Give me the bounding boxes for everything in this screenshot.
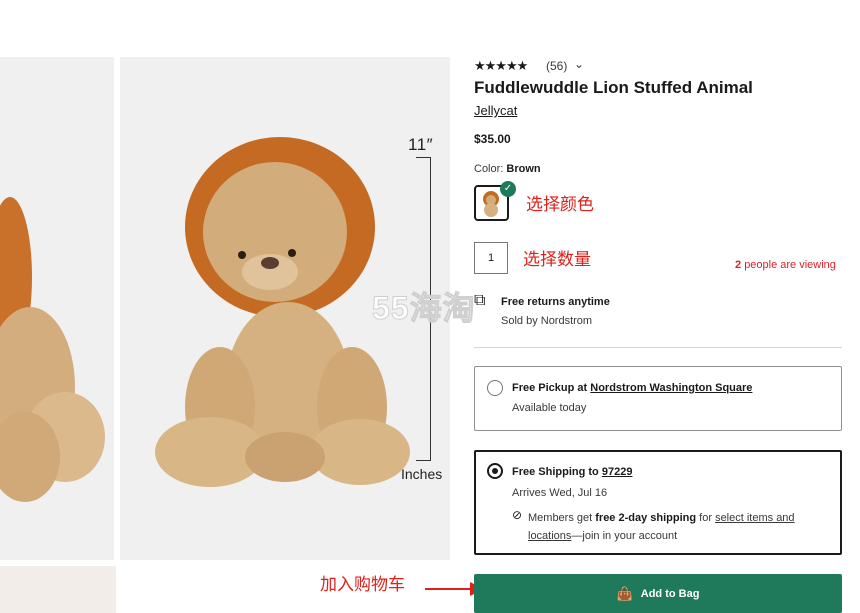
quantity-select[interactable]: 1	[474, 242, 508, 274]
annotation-select-color: 选择颜色	[526, 195, 594, 214]
divider	[474, 347, 842, 348]
store-link[interactable]: Nordstrom Washington Square	[590, 382, 752, 394]
product-image-side[interactable]	[0, 57, 114, 560]
brand-link[interactable]: Jellycat	[474, 103, 517, 118]
add-to-bag-button[interactable]: 👜 Add to Bag	[474, 574, 842, 613]
dimension-unit-label: Inches	[401, 466, 443, 482]
color-label: Color: Brown	[474, 163, 541, 175]
shipping-arrival: Arrives Wed, Jul 16	[512, 487, 608, 499]
chevron-down-icon[interactable]: ⌄	[574, 57, 584, 71]
shopping-bag-icon: 👜	[616, 585, 633, 601]
sold-by-label: Sold by Nordstrom	[501, 315, 593, 327]
free-returns-label: Free returns anytime	[501, 296, 610, 308]
members-note: Members get free 2-day shipping for sele…	[528, 509, 828, 545]
rating-stars-icon[interactable]: ★★★★★	[474, 58, 528, 74]
color-label-text: Color:	[474, 163, 504, 175]
members-mid: for	[696, 512, 716, 524]
pickup-availability: Available today	[512, 402, 587, 414]
members-prefix: Members get	[528, 512, 596, 524]
product-title: Fuddlewuddle Lion Stuffed Animal	[474, 78, 753, 97]
returns-box-icon: ⧉	[474, 292, 486, 309]
shipping-radio[interactable]	[487, 463, 503, 479]
dimension-height-label: 11″	[408, 135, 434, 154]
rating-count[interactable]: (56)	[546, 59, 567, 73]
members-bold: free 2-day shipping	[595, 512, 697, 524]
members-icon: ⊘	[512, 508, 523, 522]
product-price: $35.00	[474, 132, 511, 146]
dimension-tick	[416, 460, 431, 461]
viewers-number: 2	[735, 259, 742, 271]
watermark: 55海淘	[372, 290, 476, 327]
product-thumbnail[interactable]	[0, 566, 116, 613]
shipping-title: Free Shipping to 97229	[512, 466, 632, 478]
pickup-title-text: Free Pickup at	[512, 382, 591, 394]
pickup-title: Free Pickup at Nordstrom Washington Squa…	[512, 382, 752, 394]
pickup-radio[interactable]	[487, 380, 503, 396]
members-suffix: —join in your account	[571, 530, 678, 542]
dimension-tick	[416, 157, 431, 158]
color-value: Brown	[506, 163, 541, 175]
add-to-bag-label: Add to Bag	[640, 587, 700, 600]
annotation-add-to-cart: 加入购物车	[320, 575, 405, 594]
viewers-text: people are viewing	[744, 259, 836, 271]
pickup-option[interactable]	[474, 366, 842, 431]
zip-link[interactable]: 97229	[602, 466, 633, 478]
annotation-arrow	[425, 588, 473, 590]
check-icon: ✓	[500, 181, 516, 197]
annotation-select-quantity: 选择数量	[523, 250, 591, 269]
shipping-title-text: Free Shipping to	[512, 466, 602, 478]
viewers-count: 2 people are viewing	[735, 259, 836, 271]
